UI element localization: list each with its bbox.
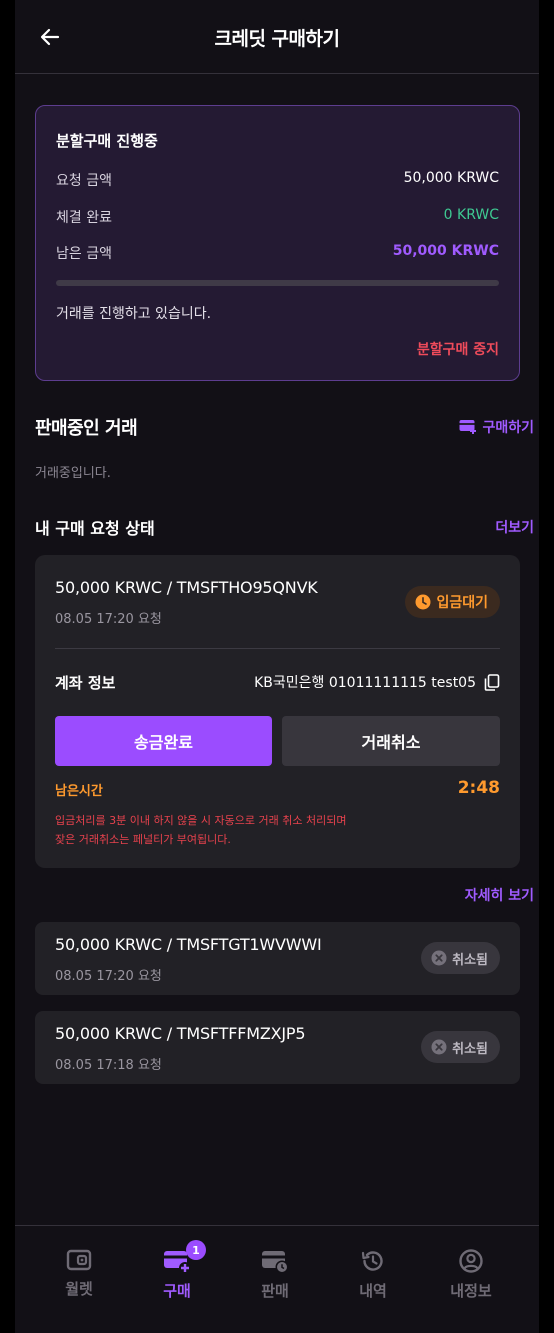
account-info-label: 계좌 정보 xyxy=(55,674,116,692)
status-badge-label: 입금대기 xyxy=(436,595,488,611)
nav-label: 내정보 xyxy=(450,1282,492,1300)
status-badge-canceled: 취소됨 xyxy=(421,942,500,974)
nav-label: 내역 xyxy=(359,1282,387,1300)
cancel-warning: 입금처리를 3분 이내 하지 않을 시 자동으로 거래 취소 처리되며 잦은 거… xyxy=(55,811,346,849)
card-divider xyxy=(55,648,500,649)
remaining-amount-label: 남은 금액 xyxy=(56,246,112,262)
filled-amount-value: 0 KRWC xyxy=(443,207,499,223)
account-info-value: KB국민은행 01011111115 test05 xyxy=(254,672,500,692)
nav-item-wallet[interactable]: 월렛 xyxy=(30,1226,128,1333)
status-badge-waiting: 입금대기 xyxy=(405,586,500,618)
app-screen: 크레딧 구매하기 분할구매 진행중 요청 금액 50,000 KRWC 체결 완… xyxy=(15,0,539,1333)
sell-card-icon xyxy=(262,1251,289,1274)
copy-account-button[interactable] xyxy=(484,673,500,691)
remaining-time-label: 남은시간 xyxy=(55,784,103,799)
remaining-amount-value: 50,000 KRWC xyxy=(392,243,499,259)
order-title: 50,000 KRWC / TMSFTFFMZXJP5 xyxy=(55,1024,306,1043)
order-title: 50,000 KRWC / TMSFTHO95QNVK xyxy=(55,578,318,597)
view-details-link[interactable]: 자세히 보기 xyxy=(465,885,534,905)
canceled-request-card[interactable]: 50,000 KRWC / TMSFTGT1WVWWI 08.05 17:20 … xyxy=(35,922,520,995)
split-progress-bar xyxy=(56,280,499,286)
nav-item-profile[interactable]: 내정보 xyxy=(422,1226,520,1333)
remaining-amount-row: 남은 금액 50,000 KRWC xyxy=(56,243,499,263)
requested-amount-label: 요청 금액 xyxy=(56,173,112,189)
transfer-complete-button[interactable]: 송금완료 xyxy=(55,716,272,766)
account-info-text: KB국민은행 01011111115 test05 xyxy=(254,675,476,691)
canceled-request-card[interactable]: 50,000 KRWC / TMSFTFFMZXJP5 08.05 17:18 … xyxy=(35,1011,520,1084)
nav-item-sell[interactable]: 판매 xyxy=(226,1226,324,1333)
clock-icon xyxy=(415,594,431,610)
close-circle-icon xyxy=(431,1039,447,1055)
cancel-trade-button[interactable]: 거래취소 xyxy=(282,716,500,766)
remaining-time-value: 2:48 xyxy=(457,778,500,798)
order-time: 08.05 17:20 요청 xyxy=(55,612,162,627)
selling-trades-title: 판매중인 거래 xyxy=(35,418,138,439)
nav-label: 월렛 xyxy=(65,1280,93,1298)
my-requests-title: 내 구매 요청 상태 xyxy=(35,519,155,538)
split-purchase-title: 분할구매 진행중 xyxy=(56,132,158,150)
filled-amount-row: 체결 완료 0 KRWC xyxy=(56,207,499,227)
bottom-nav: 월렛 구매 1 판매 내역 내정보 xyxy=(15,1225,539,1333)
split-status-message: 거래를 진행하고 있습니다. xyxy=(56,306,212,322)
header: 크레딧 구매하기 xyxy=(15,0,539,74)
requested-amount-row: 요청 금액 50,000 KRWC xyxy=(56,170,499,190)
nav-item-buy[interactable]: 구매 1 xyxy=(128,1226,226,1333)
stop-split-purchase-button[interactable]: 분할구매 중지 xyxy=(417,339,499,359)
profile-icon xyxy=(459,1249,483,1273)
page-title: 크레딧 구매하기 xyxy=(214,28,340,50)
filled-amount-label: 체결 완료 xyxy=(56,210,112,226)
copy-icon xyxy=(484,673,500,691)
close-circle-icon xyxy=(431,950,447,966)
nav-item-history[interactable]: 내역 xyxy=(324,1226,422,1333)
more-link[interactable]: 더보기 xyxy=(495,517,534,537)
status-badge-label: 취소됨 xyxy=(452,1041,488,1057)
buy-card-icon xyxy=(459,420,477,434)
split-purchase-panel: 분할구매 진행중 요청 금액 50,000 KRWC 체결 완료 0 KRWC … xyxy=(35,105,520,381)
wallet-icon xyxy=(66,1249,92,1271)
history-icon xyxy=(361,1251,383,1271)
cancel-warning-line-1: 입금처리를 3분 이내 하지 않을 시 자동으로 거래 취소 처리되며 xyxy=(55,814,347,827)
order-time: 08.05 17:20 요청 xyxy=(55,969,162,984)
cancel-warning-line-2: 잦은 거래취소는 페널티가 부여됩니다. xyxy=(55,833,231,846)
requested-amount-value: 50,000 KRWC xyxy=(403,170,499,186)
selling-empty-text: 거래중입니다. xyxy=(35,466,111,481)
active-request-card: 50,000 KRWC / TMSFTHO95QNVK 08.05 17:20 … xyxy=(35,555,520,868)
nav-label: 판매 xyxy=(261,1282,289,1300)
nav-badge-count: 1 xyxy=(186,1240,206,1260)
buy-link-button[interactable]: 구매하기 xyxy=(459,417,534,437)
nav-label: 구매 xyxy=(163,1282,191,1300)
order-time: 08.05 17:18 요청 xyxy=(55,1058,162,1073)
buy-link-label: 구매하기 xyxy=(482,420,534,436)
status-badge-label: 취소됨 xyxy=(452,952,488,968)
status-badge-canceled: 취소됨 xyxy=(421,1031,500,1063)
order-title: 50,000 KRWC / TMSFTGT1WVWWI xyxy=(55,935,322,954)
